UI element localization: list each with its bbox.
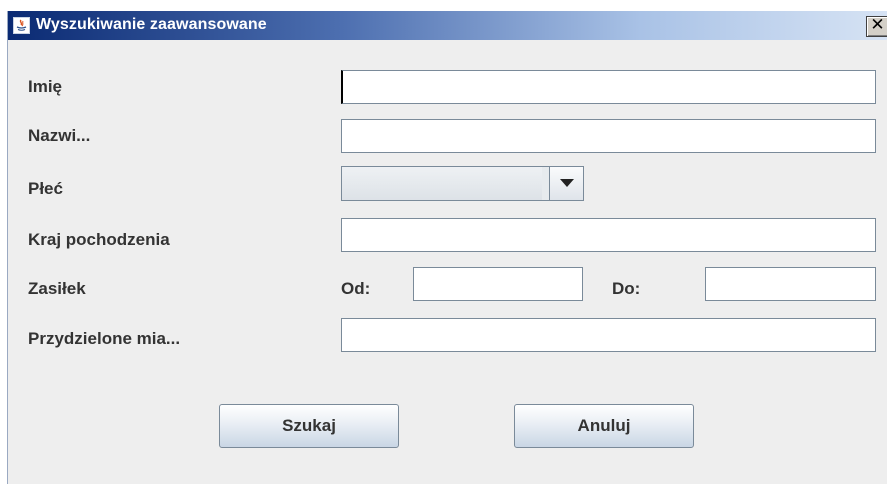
allowance-to-label: Do: [612,279,641,298]
assigned-place-label: Przydzielone mia... [28,329,181,348]
country-of-origin-label: Kraj pochodzenia [28,230,170,249]
java-icon [13,17,30,34]
advanced-search-dialog: Wyszukiwanie zaawansowane ✕ Imię Nazwi..… [7,11,887,484]
gender-select[interactable] [341,166,584,201]
allowance-from-input[interactable] [413,267,583,301]
gender-select-value [342,167,542,200]
assigned-place-input[interactable] [341,318,876,352]
search-button[interactable]: Szukaj [219,404,399,448]
gender-select-arrow[interactable] [549,167,583,200]
allowance-from-label: Od: [341,279,371,298]
last-name-label: Nazwi... [28,126,91,145]
title-bar[interactable]: Wyszukiwanie zaawansowane ✕ [8,11,887,40]
window-title: Wyszukiwanie zaawansowane [36,16,267,33]
allowance-label: Zasiłek [28,279,86,298]
allowance-to-input[interactable] [705,267,876,301]
first-name-label: Imię [28,77,63,96]
country-of-origin-input[interactable] [341,218,876,252]
close-icon[interactable]: ✕ [866,16,887,37]
cancel-button[interactable]: Anuluj [514,404,694,448]
gender-label: Płeć [28,179,63,198]
last-name-input[interactable] [341,119,876,153]
first-name-input[interactable] [341,70,876,104]
chevron-down-icon [560,179,574,187]
